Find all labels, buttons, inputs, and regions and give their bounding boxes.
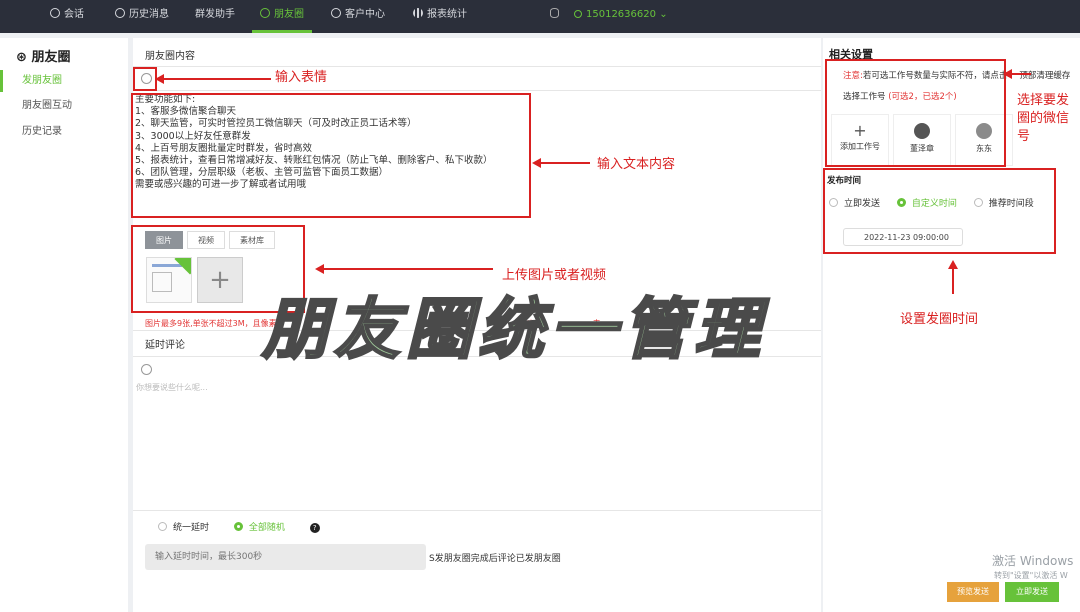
divider: [133, 66, 821, 67]
help-icon[interactable]: ?: [309, 523, 320, 533]
windows-activation-subtitle: 转到"设置"以激活 W: [994, 571, 1068, 580]
annotation-arrow: [1003, 69, 1031, 79]
user-icon: [574, 10, 582, 18]
top-nav: 会话 历史消息 群发助手 朋友圈 客户中心 报表统计 15012636620 ⌄: [0, 0, 1080, 33]
emoji-icon[interactable]: [141, 364, 152, 375]
text-highlight-box: [131, 93, 531, 218]
delay-mode-group: 统一延时 全部随机 ?: [158, 520, 320, 533]
preview-send-button[interactable]: 预览发送: [947, 582, 999, 602]
bar-chart-icon: [413, 8, 423, 18]
emoji-highlight-box: [133, 67, 157, 91]
annotation-time: 设置发圈时间: [900, 312, 979, 327]
sidebar-item-post-moments[interactable]: 发朋友圈: [0, 70, 128, 92]
sidebar-title: ⊛ 朋友圈: [16, 50, 71, 65]
delay-suffix-text: S发朋友圈完成后评论已发朋友圈: [429, 554, 561, 564]
divider: [133, 510, 821, 511]
annotation-account-2: 圈的微信: [1017, 111, 1070, 126]
database-icon: [550, 8, 559, 18]
annotation-arrow: [155, 74, 271, 84]
annotation-arrow: [315, 264, 493, 274]
delay-seconds-input[interactable]: [145, 544, 426, 570]
user-icon: [331, 8, 341, 18]
windows-activation-title: 激活 Windows: [992, 554, 1074, 568]
nav-item-chat[interactable]: 会话: [50, 0, 84, 33]
nav-item-reports[interactable]: 报表统计: [413, 0, 467, 33]
annotation-account-3: 号: [1017, 129, 1031, 144]
radio-all-random[interactable]: 全部随机: [233, 522, 285, 533]
time-highlight-box: [823, 168, 1056, 254]
annotation-arrow: [948, 260, 958, 294]
divider: [133, 90, 821, 91]
annotation-arrow: [532, 158, 590, 168]
nav-item-mass-send[interactable]: 群发助手: [195, 0, 235, 33]
panel-title: 朋友圈内容: [145, 51, 195, 62]
cache-button[interactable]: [550, 0, 559, 33]
send-now-button[interactable]: 立即发送: [1005, 582, 1059, 602]
nav-item-history[interactable]: 历史消息: [115, 0, 169, 33]
clock-icon: [115, 8, 125, 18]
account-menu[interactable]: 15012636620 ⌄: [574, 0, 668, 33]
chevron-down-icon: ⌄: [659, 9, 668, 20]
moments-icon: [260, 8, 270, 18]
moments-icon: ⊛: [16, 50, 27, 65]
account-highlight-box: [825, 59, 1006, 167]
watermark-title: 朋友圈统一管理: [261, 290, 766, 370]
radio-uniform-delay[interactable]: 统一延时: [158, 522, 209, 533]
chat-icon: [50, 8, 60, 18]
account-number: 15012636620: [586, 9, 656, 20]
annotation-text: 输入文本内容: [597, 157, 676, 172]
annotation-emoji: 输入表情: [275, 70, 328, 85]
sidebar-item-moments-interaction[interactable]: 朋友圈互动: [0, 95, 128, 117]
annotation-account-1: 选择要发: [1017, 93, 1070, 108]
nav-item-customers[interactable]: 客户中心: [331, 0, 385, 33]
sidebar-item-history[interactable]: 历史记录: [0, 121, 128, 143]
delay-comment-title: 延时评论: [145, 340, 185, 351]
comment-input[interactable]: 你想要说些什么呢...: [136, 382, 208, 393]
sidebar: ⊛ 朋友圈 发朋友圈 朋友圈互动 历史记录: [0, 38, 128, 612]
nav-item-moments[interactable]: 朋友圈: [252, 0, 312, 33]
